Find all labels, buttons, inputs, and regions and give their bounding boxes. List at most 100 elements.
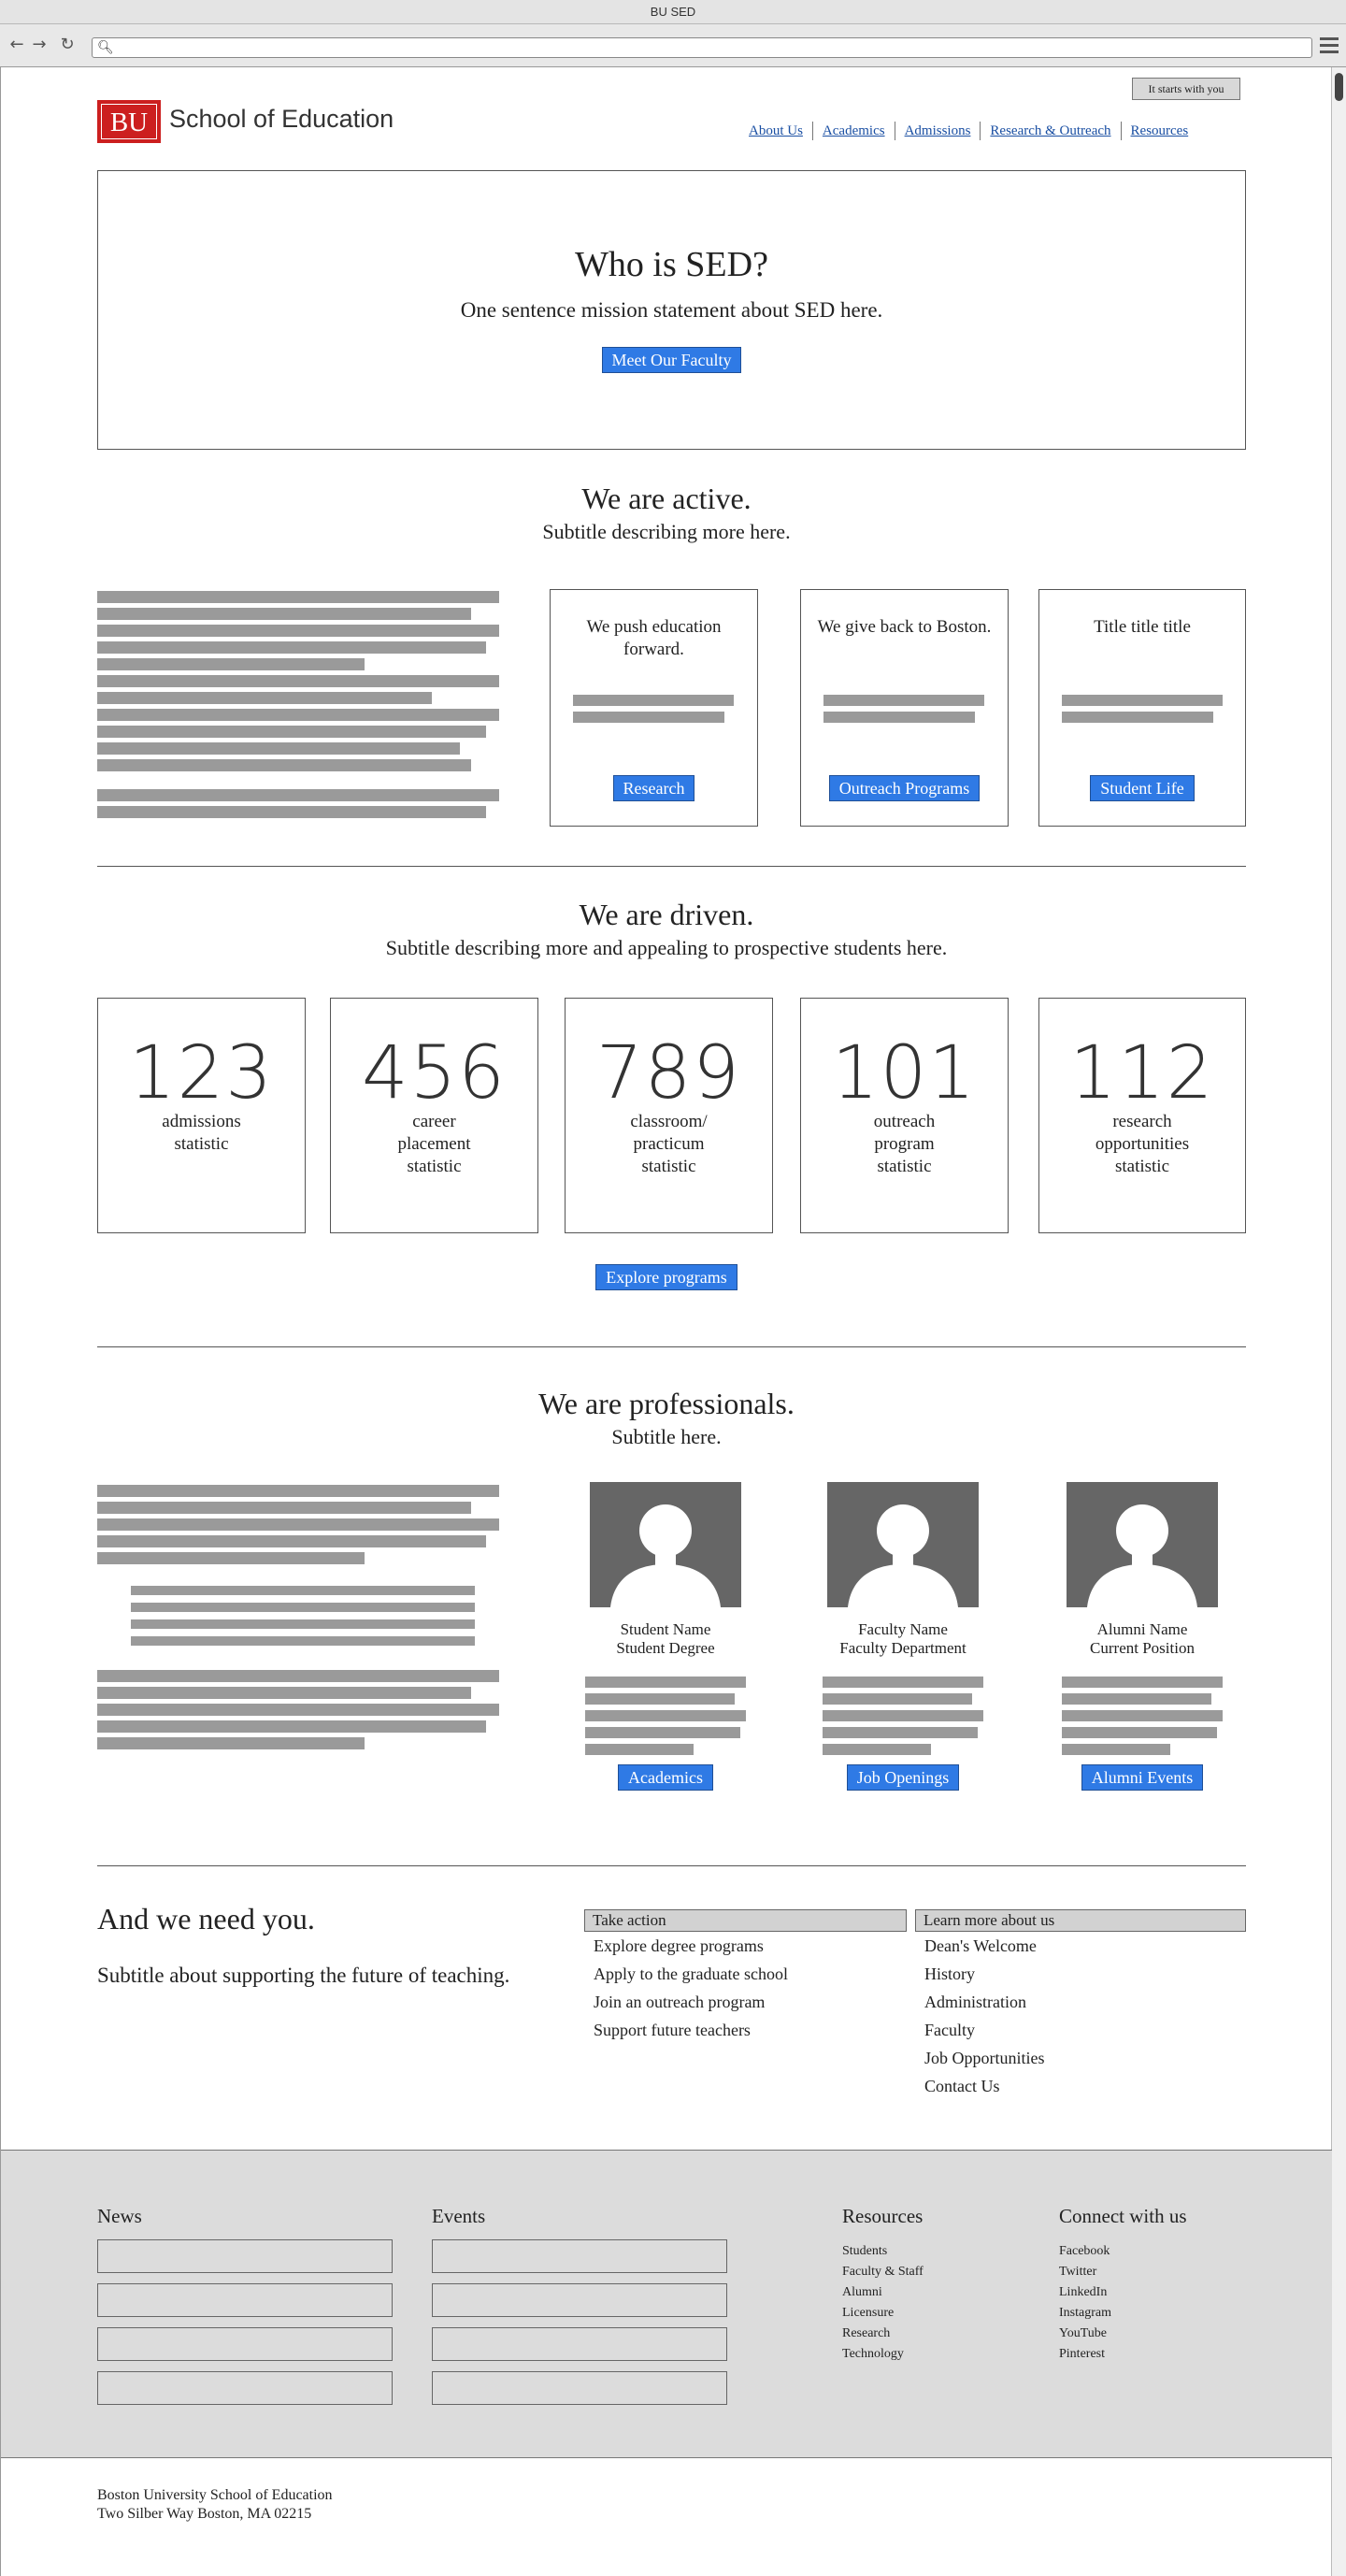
news-item[interactable] bbox=[97, 2283, 393, 2317]
job-openings-button[interactable]: Job Openings bbox=[846, 1764, 960, 1791]
stat-label: research opportunities statistic bbox=[1095, 1112, 1190, 1176]
footer-connect: Connect with us Facebook Twitter LinkedI… bbox=[1059, 2205, 1187, 2365]
take-action-heading: Take action bbox=[584, 1909, 907, 1932]
link-support-future-teachers[interactable]: Support future teachers bbox=[584, 2016, 907, 2044]
person-detail: Current Position bbox=[1090, 1639, 1195, 1657]
nav-resources[interactable]: Resources bbox=[1120, 122, 1198, 140]
scrollbar-thumb[interactable] bbox=[1335, 73, 1343, 101]
back-icon[interactable]: ← bbox=[7, 36, 26, 54]
card-student-life: Title title title Student Life bbox=[1038, 589, 1246, 827]
scrollbar[interactable] bbox=[1331, 67, 1346, 2576]
hero-banner: Who is SED? One sentence mission stateme… bbox=[97, 170, 1246, 450]
nav-academics[interactable]: Academics bbox=[811, 122, 895, 140]
professionals-text-placeholder bbox=[97, 1485, 499, 1754]
news-item[interactable] bbox=[97, 2327, 393, 2361]
professionals-title: We are professionals. bbox=[538, 1387, 795, 1420]
event-item[interactable] bbox=[432, 2371, 727, 2405]
footer-link-pinterest[interactable]: Pinterest bbox=[1059, 2344, 1187, 2365]
card-title: Title title title bbox=[1094, 617, 1191, 637]
nav-about-us[interactable]: About Us bbox=[739, 122, 812, 140]
news-heading: News bbox=[97, 2205, 142, 2227]
academics-button[interactable]: Academics bbox=[618, 1764, 713, 1791]
person-card-faculty: Faculty Name Faculty Department Job Open… bbox=[810, 1482, 995, 1791]
nav-research-outreach[interactable]: Research & Outreach bbox=[980, 122, 1120, 140]
person-detail: Student Degree bbox=[616, 1639, 715, 1657]
card-text-placeholder bbox=[1062, 695, 1223, 728]
resources-heading: Resources bbox=[842, 2205, 924, 2227]
window-title: BU SED bbox=[0, 0, 1346, 24]
stat-label: classroom/ practicum statistic bbox=[630, 1112, 708, 1176]
stat-career-placement: 456 career placement statistic bbox=[330, 998, 538, 1233]
link-history[interactable]: History bbox=[915, 1960, 1246, 1988]
student-life-button[interactable]: Student Life bbox=[1090, 775, 1195, 801]
footer-link-students[interactable]: Students bbox=[842, 2241, 924, 2262]
card-give-back: We give back to Boston. Outreach Program… bbox=[800, 589, 1009, 827]
professionals-subtitle: Subtitle here. bbox=[611, 1425, 722, 1448]
event-item[interactable] bbox=[432, 2239, 727, 2273]
footer-link-alumni[interactable]: Alumni bbox=[842, 2282, 924, 2303]
divider bbox=[97, 866, 1246, 867]
footer-link-facebook[interactable]: Facebook bbox=[1059, 2241, 1187, 2262]
event-item[interactable] bbox=[432, 2327, 727, 2361]
bu-logo[interactable]: BU bbox=[97, 100, 161, 143]
outreach-programs-button[interactable]: Outreach Programs bbox=[828, 775, 981, 801]
footer-link-faculty-staff[interactable]: Faculty & Staff bbox=[842, 2262, 924, 2282]
nav-admissions[interactable]: Admissions bbox=[894, 122, 981, 140]
connect-heading: Connect with us bbox=[1059, 2205, 1187, 2227]
active-text-placeholder bbox=[97, 591, 499, 823]
need-subtitle: Subtitle about supporting the future of … bbox=[97, 1964, 510, 1987]
driven-title: We are driven. bbox=[579, 898, 754, 931]
link-administration[interactable]: Administration bbox=[915, 1988, 1246, 2016]
event-item[interactable] bbox=[432, 2283, 727, 2317]
stat-value: 101 bbox=[832, 1031, 977, 1115]
events-heading: Events bbox=[432, 2205, 486, 2227]
link-explore-degree-programs[interactable]: Explore degree programs bbox=[584, 1932, 907, 1960]
active-subtitle: Subtitle describing more here. bbox=[542, 520, 791, 543]
meet-our-faculty-button[interactable]: Meet Our Faculty bbox=[601, 347, 742, 373]
hamburger-menu-icon[interactable] bbox=[1320, 37, 1339, 54]
learn-more-list: Learn more about us Dean's Welcome Histo… bbox=[915, 1909, 1246, 2100]
footer: News Events Resources Students Faculty &… bbox=[1, 2150, 1332, 2458]
footer-link-youtube[interactable]: YouTube bbox=[1059, 2324, 1187, 2344]
hero-title: Who is SED? bbox=[575, 245, 768, 284]
address-line-2: Two Silber Way Boston, MA 02215 bbox=[97, 2506, 312, 2522]
footer-link-instagram[interactable]: Instagram bbox=[1059, 2303, 1187, 2324]
news-item[interactable] bbox=[97, 2239, 393, 2273]
stat-research-opportunities: 112 research opportunities statistic bbox=[1038, 998, 1246, 1233]
person-avatar-icon bbox=[590, 1482, 741, 1607]
footer-link-technology[interactable]: Technology bbox=[842, 2344, 924, 2365]
footer-link-linkedin[interactable]: LinkedIn bbox=[1059, 2282, 1187, 2303]
link-faculty[interactable]: Faculty bbox=[915, 2016, 1246, 2044]
footer-link-research[interactable]: Research bbox=[842, 2324, 924, 2344]
person-text-placeholder bbox=[823, 1677, 983, 1755]
card-title: We push education forward. bbox=[586, 617, 722, 659]
stat-label: outreach program statistic bbox=[873, 1112, 936, 1176]
forward-icon[interactable]: → bbox=[30, 36, 49, 54]
card-title: We give back to Boston. bbox=[817, 617, 992, 637]
need-title: And we need you. bbox=[97, 1902, 315, 1936]
research-button[interactable]: Research bbox=[612, 775, 695, 801]
divider bbox=[97, 1346, 1246, 1347]
reload-icon[interactable]: ↻ bbox=[58, 36, 77, 54]
link-job-opportunities[interactable]: Job Opportunities bbox=[915, 2044, 1246, 2072]
link-apply-graduate-school[interactable]: Apply to the graduate school bbox=[584, 1960, 907, 1988]
person-text-placeholder bbox=[585, 1677, 746, 1755]
site-title[interactable]: School of Education bbox=[169, 105, 394, 134]
explore-programs-button[interactable]: Explore programs bbox=[595, 1264, 737, 1290]
footer-link-twitter[interactable]: Twitter bbox=[1059, 2262, 1187, 2282]
link-deans-welcome[interactable]: Dean's Welcome bbox=[915, 1932, 1246, 1960]
page-viewport: It starts with you BU School of Educatio… bbox=[0, 67, 1332, 2576]
learn-more-heading: Learn more about us bbox=[915, 1909, 1246, 1932]
link-join-outreach-program[interactable]: Join an outreach program bbox=[584, 1988, 907, 2016]
person-name: Faculty Name bbox=[858, 1620, 948, 1638]
alumni-events-button[interactable]: Alumni Events bbox=[1081, 1764, 1204, 1791]
person-detail: Faculty Department bbox=[839, 1639, 967, 1657]
person-name: Student Name bbox=[620, 1620, 711, 1638]
news-item[interactable] bbox=[97, 2371, 393, 2405]
active-title: We are active. bbox=[581, 482, 752, 515]
address-bar[interactable]: 🔍︎ bbox=[92, 37, 1312, 58]
person-card-student: Student Name Student Degree Academics bbox=[573, 1482, 758, 1791]
link-contact-us[interactable]: Contact Us bbox=[915, 2072, 1246, 2100]
it-starts-with-you-button[interactable]: It starts with you bbox=[1132, 78, 1240, 100]
footer-link-licensure[interactable]: Licensure bbox=[842, 2303, 924, 2324]
